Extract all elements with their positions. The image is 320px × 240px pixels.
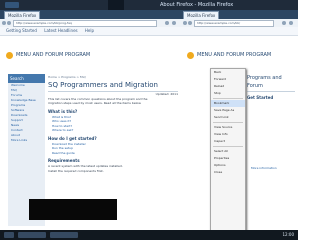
- menu-item-back[interactable]: Back: [211, 69, 245, 76]
- menu-item-properties[interactable]: Properties: [211, 155, 245, 162]
- menu-item-options[interactable]: Options: [211, 162, 245, 169]
- top-bar-divider: [108, 0, 124, 10]
- bookmark-star-icon[interactable]: [282, 21, 286, 25]
- start-button[interactable]: [4, 232, 14, 238]
- body-text: Install the required components first.: [48, 168, 104, 173]
- menu-divider: [213, 122, 243, 123]
- os-top-bar: About Firefox - Mozilla Firefox: [0, 0, 298, 10]
- address-bar[interactable]: http://www.example.com/kb/prog-faq: [13, 20, 157, 27]
- app-menu-button[interactable]: [5, 2, 19, 8]
- sidebar-heading: Search: [8, 74, 45, 83]
- bookmarks-toolbar: Getting Started Latest Headlines Help: [0, 27, 181, 36]
- taskbar-app-firefox[interactable]: [18, 232, 46, 238]
- menu-item-reload[interactable]: Reload: [211, 83, 245, 90]
- bookmark-item[interactable]: Getting Started: [6, 28, 37, 33]
- menu-item-send-link[interactable]: Send Link: [211, 114, 245, 121]
- site-logo-icon: [6, 52, 13, 59]
- page-title: Programs and Forum: [247, 74, 295, 92]
- forward-icon[interactable]: [188, 21, 192, 25]
- list-item[interactable]: Read the guide: [48, 151, 178, 156]
- taskbar: 12:00: [0, 230, 298, 240]
- bookmark-item[interactable]: Help: [85, 28, 94, 33]
- menu-item-bookmark[interactable]: Bookmark: [211, 100, 245, 107]
- tab-bar: Mozilla Firefox: [181, 10, 298, 20]
- black-region: [29, 199, 117, 220]
- menu-icon[interactable]: [289, 21, 293, 25]
- bookmark-item[interactable]: Latest Headlines: [44, 28, 77, 33]
- menu-item-forward[interactable]: Forward: [211, 76, 245, 83]
- menu-item-stop[interactable]: Stop: [211, 90, 245, 97]
- menu-item-view-info[interactable]: View Info: [211, 131, 245, 138]
- address-bar[interactable]: http://www.example.com/kb/: [194, 20, 274, 27]
- site-title: MENU AND FORUM PROGRAM: [197, 52, 272, 58]
- back-icon[interactable]: [2, 21, 6, 25]
- taskbar-app-firefox[interactable]: [50, 232, 78, 238]
- body-text: [247, 101, 295, 106]
- back-icon[interactable]: [183, 21, 187, 25]
- forward-icon[interactable]: [7, 21, 11, 25]
- main-content: Programs and Forum Get Started More info…: [247, 74, 295, 204]
- list-item[interactable]: Where to ask?: [48, 128, 178, 133]
- clock: 12:00: [282, 232, 294, 237]
- site-title: MENU AND FORUM PROGRAM: [16, 52, 91, 58]
- browser-window-right: Mozilla Firefox http://www.example.com/k…: [181, 10, 298, 230]
- window-title: About Firefox - Mozilla Firefox: [160, 2, 234, 8]
- site-header: MENU AND FORUM PROGRAM: [0, 44, 181, 64]
- menu-item-save-page[interactable]: Save Page As: [211, 107, 245, 114]
- bookmark-star-icon[interactable]: [165, 21, 169, 25]
- site-header: MENU AND FORUM PROGRAM: [181, 44, 298, 64]
- tab-bar: Mozilla Firefox: [0, 10, 181, 20]
- bookmarks-toolbar: [181, 27, 298, 36]
- menu-divider: [213, 98, 243, 99]
- context-menu: Back Forward Reload Stop Bookmark Save P…: [210, 68, 246, 230]
- menu-icon[interactable]: [172, 21, 176, 25]
- more-info-link[interactable]: More information: [247, 166, 295, 171]
- menu-item-view-source[interactable]: View Source: [211, 124, 245, 131]
- page-title: SQ Programmers and Migration: [48, 80, 178, 92]
- sidebar-link[interactable]: More Links: [8, 138, 45, 143]
- menu-item-close[interactable]: Close: [211, 169, 245, 176]
- menu-item-inspect[interactable]: Inspect: [211, 138, 245, 145]
- site-logo-icon: [187, 52, 194, 59]
- browser-window-left: Mozilla Firefox http://www.example.com/k…: [0, 10, 182, 230]
- body-text: migration steps used by most users. Read…: [48, 101, 142, 105]
- menu-divider: [213, 146, 243, 147]
- menu-item-select-all[interactable]: Select All: [211, 148, 245, 155]
